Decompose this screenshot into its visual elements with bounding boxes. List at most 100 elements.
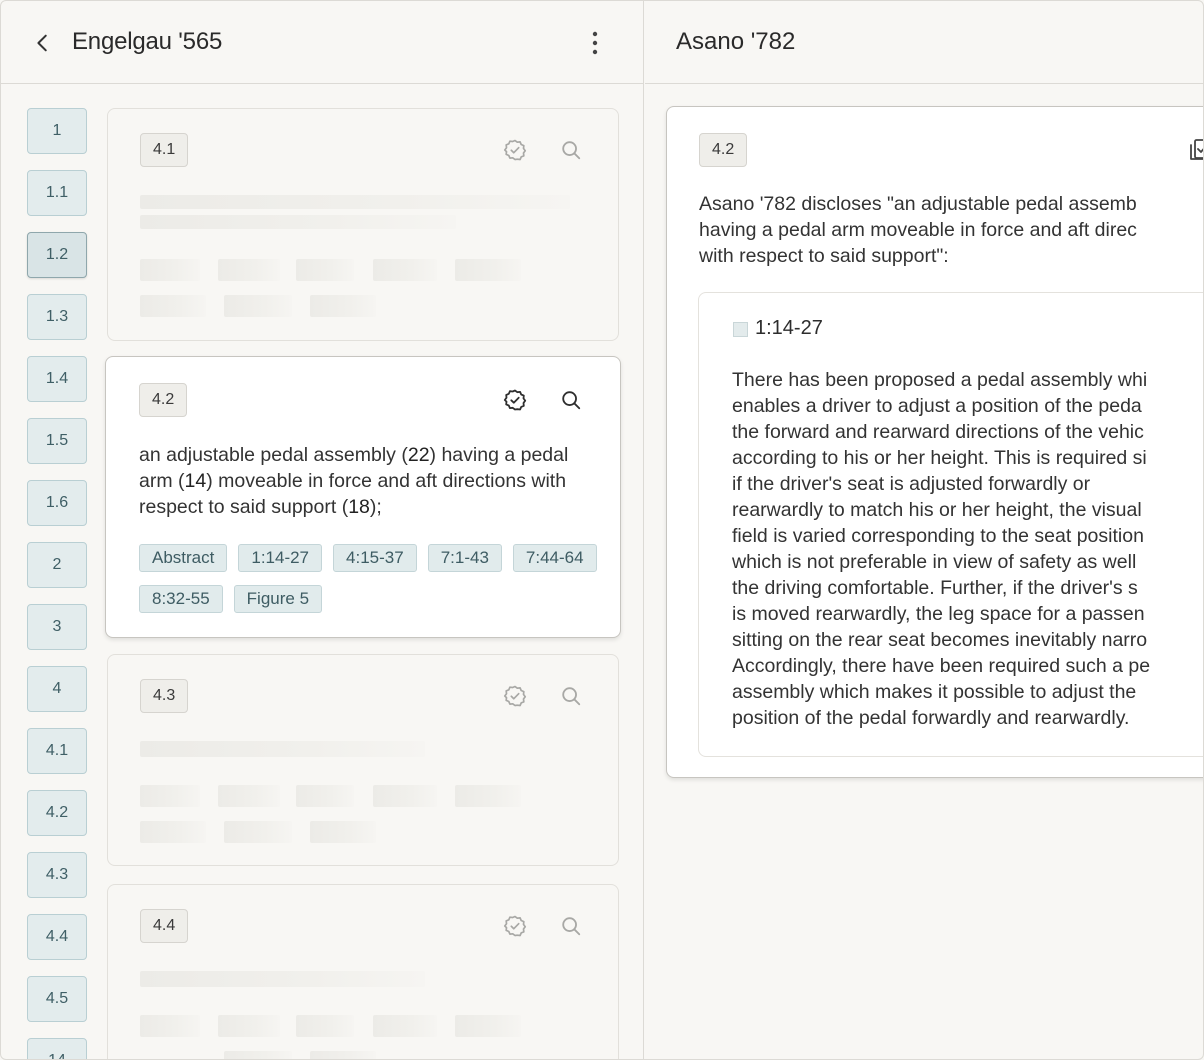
tag-placeholder — [218, 1015, 280, 1037]
more-options-button[interactable] — [581, 28, 609, 58]
nav-item-4-3[interactable]: 4.3 — [27, 852, 87, 898]
verify-button[interactable] — [500, 911, 530, 941]
claim-badge: 4.2 — [139, 383, 188, 417]
reference-numeral: 18 — [348, 496, 370, 518]
nav-item-1-6[interactable]: 1.6 — [27, 480, 87, 526]
verify-button[interactable] — [500, 385, 530, 415]
nav-item-4-2[interactable]: 4.2 — [27, 790, 87, 836]
claim-badge: 4.1 — [140, 133, 189, 167]
nav-item-1[interactable]: 1 — [27, 108, 87, 154]
nav-item-4-5[interactable]: 4.5 — [27, 976, 87, 1022]
nav-item-14[interactable]: 14 — [27, 1038, 87, 1059]
right-title: Asano '782 — [676, 28, 796, 55]
reference-numeral: 22 — [407, 444, 430, 466]
disclosure-line: Asano '782 discloses "an adjustable peda… — [699, 193, 1137, 215]
claim-card-collapsed[interactable]: 4.3 — [107, 654, 619, 866]
copy-check-icon[interactable] — [1187, 137, 1204, 163]
right-header: Asano '782 — [645, 1, 1203, 84]
citation-line: according to his or her height. This is … — [732, 447, 1147, 469]
text-placeholder — [140, 215, 456, 229]
citation-tag[interactable]: Abstract — [139, 544, 228, 572]
verify-button[interactable] — [500, 135, 530, 165]
text-placeholder — [140, 741, 425, 757]
search-button[interactable] — [556, 135, 586, 165]
search-button[interactable] — [556, 385, 586, 415]
claim-text-segment: an adjustable pedal assembly ( — [139, 444, 408, 466]
nav-item-3[interactable]: 3 — [27, 604, 87, 650]
verified-badge-icon — [503, 685, 527, 707]
search-icon — [562, 687, 581, 706]
tag-placeholder — [140, 821, 206, 843]
text-placeholder — [140, 971, 425, 987]
nav-item-1-2[interactable]: 1.2 — [27, 232, 87, 278]
citation-line: Accordingly, there have been required su… — [732, 655, 1151, 677]
claim-card-active[interactable]: 4.2 an adjustable pedal assembly (22) ha… — [105, 356, 621, 638]
search-button[interactable] — [556, 911, 586, 941]
citation-line: rearwardly to match his or her height, t… — [732, 499, 1142, 521]
tag-placeholder — [373, 1015, 437, 1037]
left-panel: Engelgau '565 1 1.1 1.2 1.3 1.4 1.5 1.6 2 3 4 4.1 4… — [1, 1, 644, 1059]
back-button[interactable] — [29, 29, 57, 57]
tag-placeholder — [455, 785, 521, 807]
nav-item-4-1[interactable]: 4.1 — [27, 728, 87, 774]
claim-text: an adjustable pedal assembly (22) having… — [139, 442, 589, 520]
verify-button[interactable] — [500, 681, 530, 711]
nav-item-1-1[interactable]: 1.1 — [27, 170, 87, 216]
citation-line: position of the pedal forwardly and rear… — [732, 707, 1130, 729]
nav-item-1-4[interactable]: 1.4 — [27, 356, 87, 402]
tag-placeholder — [296, 259, 354, 281]
claim-badge: 4.4 — [140, 909, 189, 943]
text-placeholder — [140, 195, 570, 209]
tag-placeholder — [224, 295, 292, 317]
disclosure-line: having a pedal arm moveable in force and… — [699, 219, 1137, 241]
citation-line: the driving comfortable. Further, if the… — [732, 577, 1138, 599]
tag-placeholder — [455, 259, 521, 281]
tag-placeholder — [296, 1015, 354, 1037]
tag-placeholder — [140, 295, 206, 317]
citation-tag[interactable]: Figure 5 — [233, 585, 323, 613]
search-button[interactable] — [556, 681, 586, 711]
tag-placeholder — [140, 1015, 200, 1037]
claim-card-collapsed[interactable]: 4.4 — [107, 884, 619, 1059]
app-window: Engelgau '565 1 1.1 1.2 1.3 1.4 1.5 1.6 2 3 4 4.1 4… — [0, 0, 1204, 1060]
claim-text-segment: ); — [369, 496, 382, 518]
left-header: Engelgau '565 — [1, 1, 644, 84]
tag-placeholder — [373, 785, 437, 807]
citation-line: is moved rearwardly, the leg space for a… — [732, 603, 1145, 625]
verified-badge-icon — [503, 915, 527, 937]
claim-nav-list: 1 1.1 1.2 1.3 1.4 1.5 1.6 2 3 4 4.1 4.2 4.3 4.4 4.5 14 — [27, 108, 87, 1059]
left-title: Engelgau '565 — [72, 28, 223, 55]
citation-line: enables a driver to adjust a position of… — [732, 395, 1142, 417]
citation-tag[interactable]: 1:14-27 — [238, 544, 323, 572]
tag-placeholder — [455, 1015, 521, 1037]
claim-card-collapsed[interactable]: 4.1 — [107, 108, 619, 341]
citation-box: 1:14-27 There has been proposed a pedal … — [698, 292, 1203, 757]
citation-tag[interactable]: 7:1-43 — [427, 544, 502, 572]
nav-item-4-4[interactable]: 4.4 — [27, 914, 87, 960]
nav-item-1-5[interactable]: 1.5 — [27, 418, 87, 464]
disclosure-line: with respect to said support": — [699, 245, 949, 267]
citation-tag[interactable]: 4:15-37 — [333, 544, 417, 572]
tag-placeholder — [224, 1051, 292, 1059]
citation-line: assembly which makes it possible to adju… — [732, 681, 1137, 703]
tag-placeholder — [373, 259, 437, 281]
more-vertical-icon — [592, 31, 598, 55]
disclosure-card: 4.2 Asano '782 discloses "an adjustable … — [666, 106, 1204, 778]
citation-tag[interactable]: 7:44-64 — [512, 544, 597, 572]
nav-item-2[interactable]: 2 — [27, 542, 87, 588]
reference-numeral: 14 — [184, 470, 207, 492]
citation-line: which is not preferable in view of safet… — [732, 551, 1137, 573]
citation-tag[interactable]: 8:32-55 — [139, 585, 223, 613]
citation-line: if the driver's seat is adjusted forward… — [732, 473, 1091, 495]
search-icon — [562, 141, 581, 160]
tag-placeholder — [310, 1051, 376, 1059]
search-icon — [562, 391, 581, 410]
nav-item-4[interactable]: 4 — [27, 666, 87, 712]
citation-checkbox[interactable] — [733, 322, 748, 337]
tag-placeholder — [310, 295, 376, 317]
chevron-left-icon — [37, 34, 47, 52]
verified-badge-icon — [503, 389, 527, 411]
nav-item-1-3[interactable]: 1.3 — [27, 294, 87, 340]
citation-tags: Abstract 1:14-27 4:15-37 7:1-43 7:44-64 8:32-… — [139, 544, 599, 613]
tag-placeholder — [218, 259, 280, 281]
